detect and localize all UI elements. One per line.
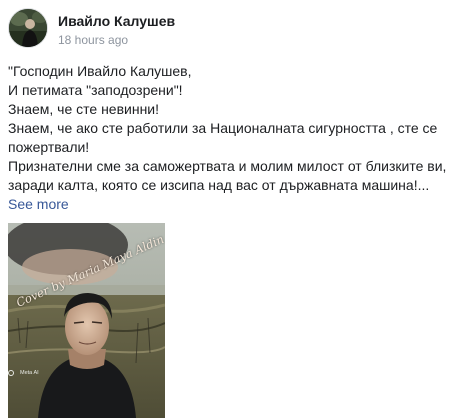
post-text-line: пожертвали! <box>8 139 90 155</box>
avatar-photo <box>9 9 47 47</box>
meta-ai-badge: Meta AI <box>20 370 39 376</box>
facebook-post: Ивайло Калушев 18 hours ago "Господин Ив… <box>0 0 464 418</box>
post-photo[interactable]: Cover by Maria Maya Aldin Meta AI <box>8 223 165 418</box>
post-text-line: Знаем, че сте невинни! <box>8 101 160 117</box>
avatar[interactable] <box>8 8 48 48</box>
post-author-name[interactable]: Ивайло Калушев <box>58 13 175 29</box>
post-timestamp[interactable]: 18 hours ago <box>58 33 128 47</box>
post-text-line: "Господин Ивайло Калушев, <box>8 63 192 79</box>
post-header: Ивайло Калушев 18 hours ago <box>8 8 448 48</box>
meta-ai-ring-icon <box>8 370 14 376</box>
post-text-line: заради калта, която се изсипа над вас от… <box>8 177 430 193</box>
post-body: "Господин Ивайло Калушев, И петимата "за… <box>8 62 460 214</box>
post-text-line: Признателни сме за саможертвата и молим … <box>8 158 447 174</box>
post-text-line: Знаем, че ако сте работили за Национална… <box>8 120 438 136</box>
see-more-link[interactable]: See more <box>8 195 460 214</box>
post-text-line: И петимата "заподозрени"! <box>8 82 183 98</box>
